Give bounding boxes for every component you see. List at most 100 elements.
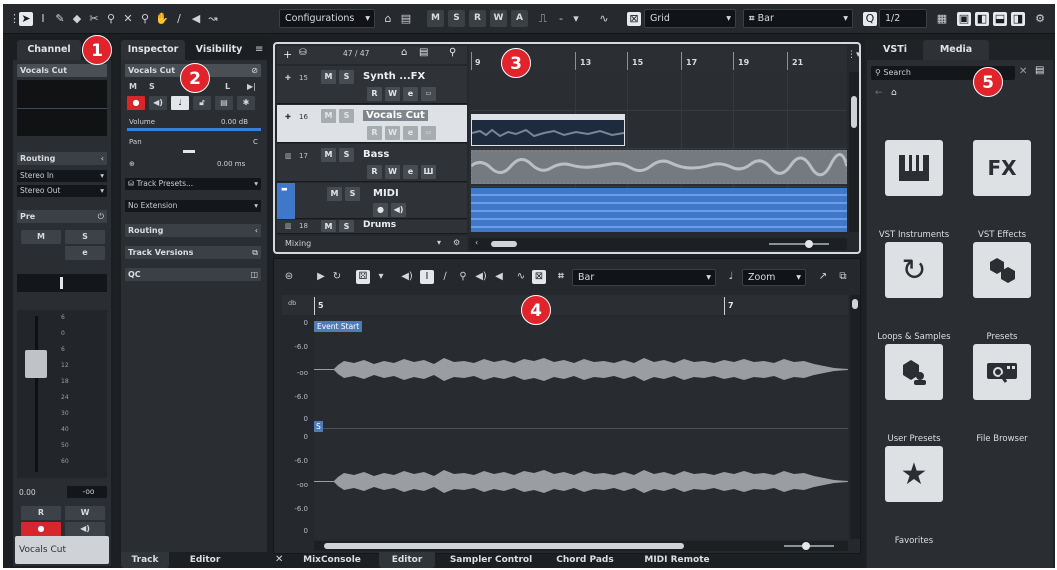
track-write-button[interactable]: W [385,165,400,179]
track-record-button[interactable]: ● [373,203,388,217]
favorites-tile[interactable]: ★ [885,446,943,502]
inspector-routing-header[interactable]: Routing ‹ [125,224,261,237]
tab-visibility[interactable]: Visibility [191,40,247,60]
track-solo-button[interactable]: S [339,70,354,84]
solo-button[interactable]: S [448,10,465,27]
tab-mixconsole[interactable]: MixConsole [293,552,371,568]
line-tool-icon[interactable]: ∕ [172,12,186,26]
chevron-down-icon[interactable]: ▾ [569,12,583,26]
inspector-lanes-button[interactable]: ▤ [215,96,233,110]
select-tool-icon[interactable]: ➤ [19,12,33,26]
inspector-mute-label[interactable]: M [129,82,137,91]
inspector-lock-label[interactable]: L [225,82,230,91]
show-lower-zone-icon[interactable]: ⬓ [993,12,1007,26]
tab-editor[interactable]: Editor [379,552,435,568]
delay-value[interactable]: 0.00 ms [217,160,245,168]
track-mute-button[interactable]: M [321,70,336,84]
automation-mode-icon[interactable]: ⎍ [536,12,550,26]
range-select-icon[interactable]: I [420,270,434,284]
track-mute-button[interactable]: M [327,187,342,201]
volume-slider[interactable] [127,128,261,131]
audio-event-vocals[interactable] [471,114,625,146]
track-versions-header[interactable]: Track Versions ⧉ [125,246,261,259]
channel-name-field[interactable]: Vocals Cut [15,536,109,564]
range-tool-icon[interactable]: I [36,12,50,26]
editor-vertical-scrollbar[interactable] [850,295,860,539]
track-name[interactable]: MIDI [373,188,399,199]
snap-grid-icon[interactable]: ⊠ [532,270,546,284]
glue-tool-icon[interactable]: ⚲ [104,12,118,26]
settings-icon[interactable]: ⚙ [1033,12,1047,26]
inspector-freeze-button[interactable]: ✱ [237,96,255,110]
play-icon[interactable]: ▶ [314,270,328,284]
track-name[interactable]: Bass [363,149,389,160]
track-name[interactable]: Drums [363,220,396,230]
track-mute-button[interactable]: M [321,109,336,123]
editor-ruler[interactable]: db 5 7 [282,295,848,315]
scroll-thumb[interactable] [324,543,684,549]
track-write-button[interactable]: W [385,126,400,140]
track-insert-button[interactable]: ▭ [421,126,436,140]
track-insert-button[interactable]: ▭ [421,87,436,101]
vertical-scrollbar[interactable] [849,72,859,232]
midi-event[interactable] [471,188,847,232]
track-edit-button[interactable]: e [403,165,418,179]
channel-pre-header[interactable]: Pre ⏻ [17,210,107,223]
routing-input-dropdown[interactable]: Stereo In ▾ [17,170,107,182]
track-mute-button[interactable]: M [321,148,336,162]
editor-settings-icon[interactable]: ⊜ [282,270,296,284]
settings-icon[interactable]: ⚙ [453,238,460,247]
track-solo-button[interactable]: S [339,148,354,162]
vst-effects-tile[interactable]: FX [973,140,1031,196]
zoom-icon[interactable]: ⚲ [456,270,470,284]
read-button[interactable]: R [469,10,486,27]
inspector-note-button[interactable]: ♩ [171,96,189,110]
audition-icon[interactable]: ◀) [400,270,414,284]
menu-icon[interactable]: ≡ [255,44,263,55]
track-read-button[interactable]: R [367,87,382,101]
curve-icon[interactable]: ∿ [514,270,528,284]
write-button[interactable]: W [490,10,507,27]
routing-output-dropdown[interactable]: Stereo Out ▾ [17,185,107,197]
open-external-icon[interactable]: ↗ [816,270,830,284]
track-solo-button[interactable]: S [345,187,360,201]
grid-type-dropdown[interactable]: Grid ▾ [644,9,736,28]
track-name[interactable]: Synth ...FX [363,71,425,82]
tab-media[interactable]: Media [923,40,989,60]
show-right-zone-icon[interactable]: ◨ [1011,12,1025,26]
track-keyboard-button[interactable]: Ш [421,165,436,179]
chevron-down-icon[interactable]: ▾ [374,270,388,284]
tab-inspector[interactable]: Inspector [121,40,185,60]
extension-dropdown[interactable]: No Extension ▾ [125,200,261,212]
loops-samples-tile[interactable]: ↻ [885,242,943,298]
qc-header[interactable]: QC ◫ [125,268,261,281]
track-solo-button[interactable]: S [339,220,354,232]
track-row-selected[interactable]: ✚ 16 M S Vocals Cut R W e ▭ [277,105,467,143]
snap-value-field[interactable]: 1/2 [879,9,927,28]
draw-icon[interactable]: ∕ [438,270,452,284]
add-track-icon[interactable]: + [283,48,292,61]
scroll-thumb[interactable] [851,96,857,128]
pencil-tool-icon[interactable]: ✎ [53,12,67,26]
note-length-icon[interactable]: ♩ [724,270,738,284]
channel-routing-header[interactable]: Routing ‹ [17,152,107,165]
track-mute-button[interactable]: M [321,220,336,232]
quantize-dropdown[interactable]: ⌗ Bar ▾ [743,9,853,28]
snap-curve-icon[interactable]: ∿ [597,12,611,26]
channel-record-button[interactable]: ● [21,522,61,536]
tab-editor-left[interactable]: Editor [177,552,233,568]
audio-event-bass[interactable] [471,150,847,184]
track-presets-dropdown[interactable]: ⛁ Track Presets... ▾ [125,178,261,190]
window-icon[interactable]: ⧉ [836,270,850,284]
layout-icon[interactable]: ▤ [399,12,413,26]
track-monitor-button[interactable]: ◀) [391,203,406,217]
vst-instruments-tile[interactable] [885,140,943,196]
track-read-button[interactable]: R [367,126,382,140]
track-folder-icon[interactable]: ⛁ [299,48,307,58]
eraser-tool-icon[interactable]: ◆ [70,12,84,26]
pan-slider[interactable] [183,150,195,153]
inspector-lock-button[interactable]: 🔓︎ [193,96,211,110]
snap-icon[interactable]: ⚄ [356,270,370,284]
track-edit-button[interactable]: e [403,87,418,101]
scroll-thumb[interactable] [852,299,858,309]
